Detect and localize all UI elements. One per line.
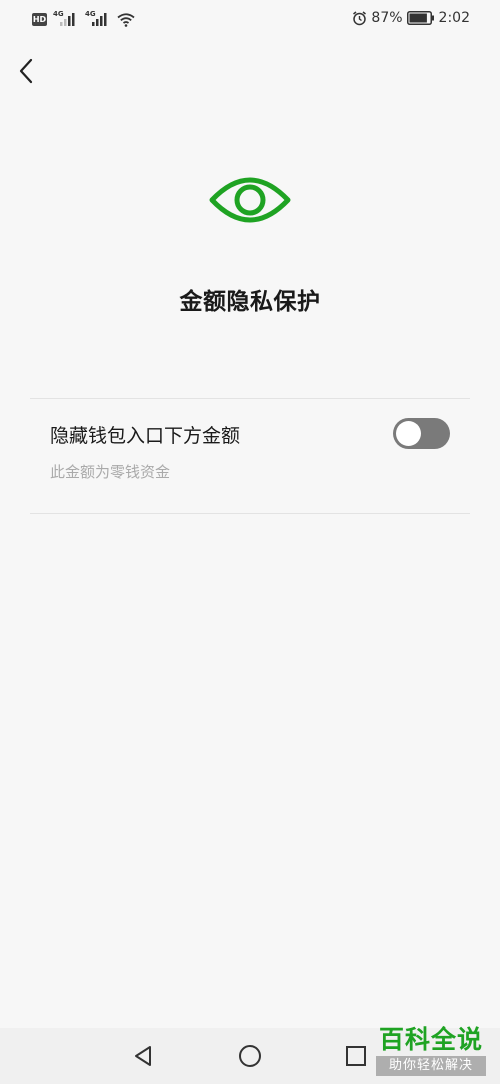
setting-description: 此金额为零钱资金 xyxy=(50,463,171,481)
square-recent-icon xyxy=(346,1046,366,1066)
battery-percent: 87% xyxy=(371,10,403,26)
setting-label: 隐藏钱包入口下方金额 xyxy=(50,425,241,447)
nav-home-button[interactable] xyxy=(235,1041,265,1071)
toggle-knob xyxy=(396,421,421,446)
screen: HD 4G 4G 87% 2:02 金额隐私保护 隐藏钱包入口下方金额 此金额为… xyxy=(0,0,500,1084)
status-left: HD 4G 4G xyxy=(32,10,135,27)
back-button[interactable] xyxy=(12,56,40,86)
page-title: 金额隐私保护 xyxy=(179,289,321,315)
eye-icon xyxy=(209,177,291,223)
privacy-eye-illustration xyxy=(208,168,292,232)
status-right: 87% 2:02 xyxy=(352,10,470,26)
setting-row-hide-amount: 隐藏钱包入口下方金额 此金额为零钱资金 xyxy=(30,399,470,513)
wifi-icon xyxy=(117,12,135,27)
watermark-logo: 百科全说 助你轻松解决 xyxy=(376,1025,486,1083)
signal-group-2: 4G xyxy=(85,10,111,27)
battery-icon xyxy=(406,11,434,25)
chevron-left-icon xyxy=(19,58,33,84)
hide-amount-toggle[interactable] xyxy=(393,418,450,449)
circle-home-icon xyxy=(239,1045,261,1067)
watermark-title: 百科全说 xyxy=(378,1025,483,1054)
signal-bars-icon xyxy=(92,13,107,26)
hd-badge: HD xyxy=(32,12,47,26)
signal-bars-icon xyxy=(60,13,75,26)
nav-back-button[interactable] xyxy=(128,1041,158,1071)
watermark-subtitle: 助你轻松解决 xyxy=(376,1056,486,1076)
divider-bottom xyxy=(30,513,470,514)
nav-recent-button[interactable] xyxy=(341,1041,371,1071)
clock-time: 2:02 xyxy=(438,10,470,26)
alarm-icon xyxy=(353,10,367,25)
status-bar: HD 4G 4G 87% 2:02 xyxy=(0,0,500,40)
triangle-back-icon xyxy=(135,1046,151,1066)
signal-group-1: 4G xyxy=(53,10,79,27)
